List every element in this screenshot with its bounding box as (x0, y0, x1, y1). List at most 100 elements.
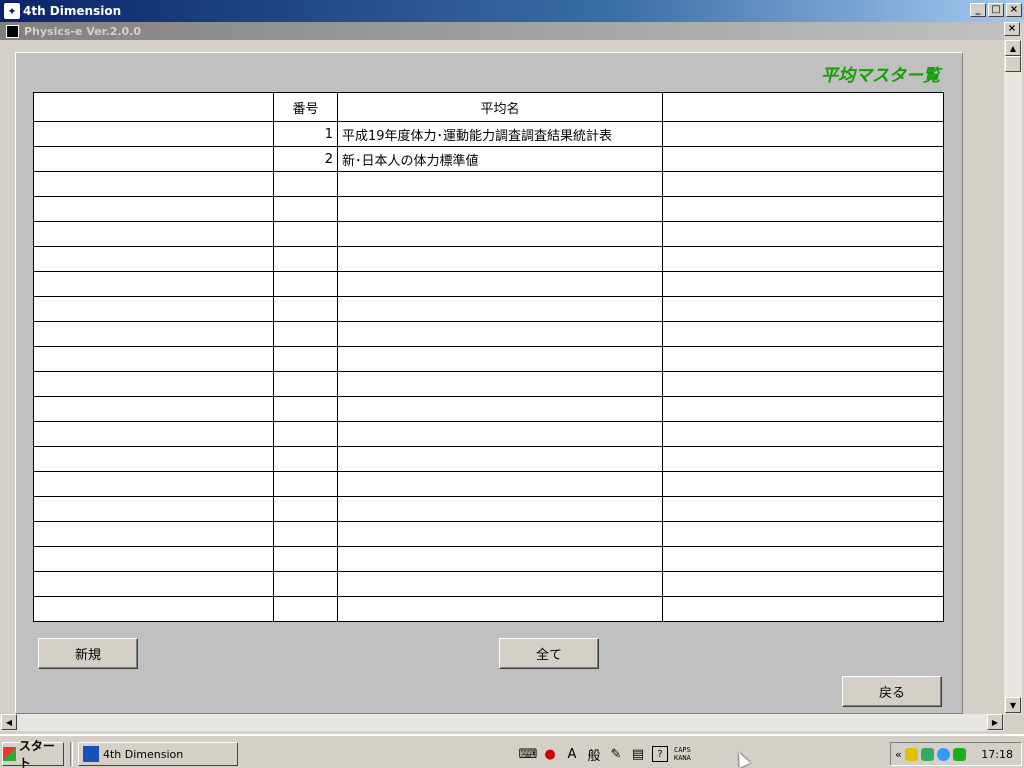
cell-blank-right[interactable] (662, 596, 944, 622)
cell-average-name[interactable] (337, 396, 663, 422)
cell-blank-right[interactable] (662, 471, 944, 497)
cell-average-name[interactable] (337, 346, 663, 372)
cell-average-name[interactable] (337, 321, 663, 347)
network-icon[interactable] (920, 747, 934, 761)
keyboard-icon[interactable]: ⌨ (519, 746, 538, 762)
table-row[interactable] (33, 396, 944, 422)
cell-average-name[interactable] (337, 246, 663, 272)
cell-number[interactable] (273, 571, 338, 597)
4d-app-icon[interactable]: ✦ (4, 3, 20, 19)
cell-average-name[interactable] (337, 196, 663, 222)
table-row[interactable] (33, 596, 944, 622)
table-row[interactable] (33, 371, 944, 397)
cell-number[interactable] (273, 221, 338, 247)
vertical-scroll-thumb[interactable] (1005, 56, 1021, 72)
ime-pad-icon[interactable]: ● (542, 746, 558, 762)
cell-number[interactable] (273, 521, 338, 547)
cell-number[interactable] (273, 246, 338, 272)
cell-blank-right[interactable] (662, 271, 944, 297)
dictionary-icon[interactable]: ▤ (630, 746, 646, 762)
cell-blank-left[interactable] (33, 521, 274, 547)
minimize-button[interactable]: _ (970, 3, 986, 17)
table-row[interactable] (33, 221, 944, 247)
table-row[interactable] (33, 496, 944, 522)
cell-blank-right[interactable] (662, 221, 944, 247)
cell-blank-right[interactable] (662, 146, 944, 172)
cell-average-name[interactable] (337, 596, 663, 622)
column-header-number[interactable]: 番号 (273, 92, 338, 122)
cell-number[interactable] (273, 421, 338, 447)
table-row[interactable] (33, 271, 944, 297)
cell-average-name[interactable] (337, 271, 663, 297)
antivirus-icon[interactable] (952, 747, 966, 761)
cell-blank-right[interactable] (662, 496, 944, 522)
cell-number[interactable] (273, 271, 338, 297)
table-row[interactable] (33, 421, 944, 447)
table-row[interactable] (33, 246, 944, 272)
cell-blank-right[interactable] (662, 446, 944, 472)
cell-blank-left[interactable] (33, 121, 274, 147)
table-row[interactable] (33, 171, 944, 197)
table-row[interactable] (33, 521, 944, 547)
cell-blank-left[interactable] (33, 571, 274, 597)
cell-blank-right[interactable] (662, 396, 944, 422)
cell-blank-left[interactable] (33, 321, 274, 347)
cell-blank-right[interactable] (662, 321, 944, 347)
vertical-scrollbar[interactable]: ▲ ▼ (1004, 40, 1022, 714)
help-icon[interactable]: ? (652, 746, 668, 762)
table-row[interactable] (33, 196, 944, 222)
cell-blank-left[interactable] (33, 446, 274, 472)
all-button[interactable]: 全て (499, 638, 599, 669)
scroll-down-arrow-icon[interactable]: ▼ (1005, 697, 1021, 713)
cell-average-name[interactable] (337, 571, 663, 597)
cell-blank-left[interactable] (33, 296, 274, 322)
cell-blank-left[interactable] (33, 421, 274, 447)
security-shield-icon[interactable] (904, 747, 918, 761)
cell-number[interactable] (273, 446, 338, 472)
cell-average-name[interactable] (337, 421, 663, 447)
cell-average-name[interactable] (337, 171, 663, 197)
cell-average-name[interactable] (337, 471, 663, 497)
resize-grip-icon[interactable] (1004, 714, 1022, 731)
cell-blank-right[interactable] (662, 246, 944, 272)
table-row[interactable] (33, 546, 944, 572)
maximize-button[interactable]: □ (988, 3, 1004, 17)
cell-average-name[interactable]: 平成19年度体力･運動能力調査調査結果統計表 (337, 121, 663, 147)
cell-blank-left[interactable] (33, 596, 274, 622)
cell-blank-right[interactable] (662, 121, 944, 147)
cell-blank-left[interactable] (33, 271, 274, 297)
table-row[interactable] (33, 346, 944, 372)
cell-average-name[interactable] (337, 546, 663, 572)
cell-number[interactable] (273, 196, 338, 222)
clock[interactable]: 17:18 (981, 748, 1013, 761)
start-button[interactable]: スタート (2, 739, 64, 768)
document-close-button[interactable]: × (1004, 22, 1020, 36)
close-button[interactable]: × (1006, 3, 1022, 17)
cell-blank-right[interactable] (662, 521, 944, 547)
cell-blank-left[interactable] (33, 246, 274, 272)
globe-icon[interactable] (936, 747, 950, 761)
tray-expand-icon[interactable]: « (895, 748, 902, 761)
table-row[interactable]: 1 平成19年度体力･運動能力調査調査結果統計表 (33, 121, 944, 147)
cell-blank-right[interactable] (662, 546, 944, 572)
cell-number[interactable]: 1 (273, 121, 338, 147)
table-row[interactable] (33, 321, 944, 347)
cell-blank-left[interactable] (33, 196, 274, 222)
cell-blank-right[interactable] (662, 171, 944, 197)
table-row[interactable] (33, 471, 944, 497)
cell-number[interactable] (273, 396, 338, 422)
cell-number[interactable] (273, 596, 338, 622)
scroll-up-arrow-icon[interactable]: ▲ (1005, 40, 1021, 56)
horizontal-scrollbar[interactable]: ◀ ▶ (0, 714, 1004, 731)
cell-average-name[interactable] (337, 296, 663, 322)
table-row[interactable]: 2 新･日本人の体力標準値 (33, 146, 944, 172)
table-row[interactable] (33, 296, 944, 322)
cell-average-name[interactable] (337, 496, 663, 522)
cell-blank-left[interactable] (33, 496, 274, 522)
column-header-blank-left[interactable] (33, 92, 274, 122)
cell-average-name[interactable] (337, 446, 663, 472)
column-header-blank-right[interactable] (662, 92, 944, 122)
scroll-left-arrow-icon[interactable]: ◀ (1, 714, 17, 730)
cell-blank-right[interactable] (662, 571, 944, 597)
cell-blank-left[interactable] (33, 396, 274, 422)
